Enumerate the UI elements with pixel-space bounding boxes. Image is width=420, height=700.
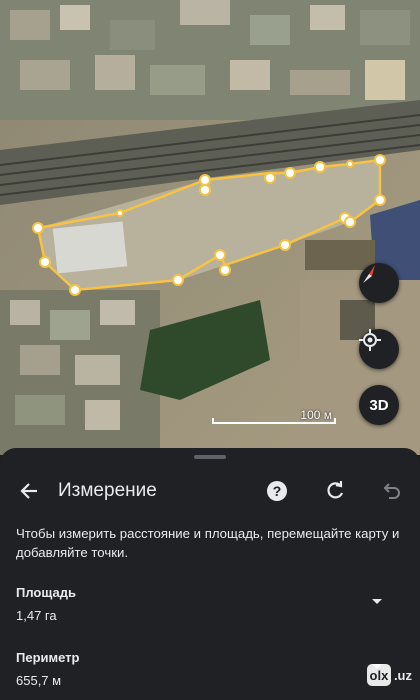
perimeter-value: 655,7 м (16, 673, 62, 688)
3d-button-label: 3D (369, 396, 389, 414)
area-row[interactable]: Площадь 1,47 га (16, 585, 406, 623)
help-icon: ? (267, 481, 287, 501)
redo-button[interactable] (320, 476, 350, 506)
undo-button[interactable] (376, 476, 406, 506)
my-location-button[interactable] (359, 329, 399, 369)
scale-bar (212, 418, 336, 424)
sheet-title: Измерение (58, 480, 157, 501)
help-button[interactable]: ? (262, 476, 292, 506)
svg-text:?: ? (273, 483, 282, 499)
satellite-map[interactable]: 3D 100 м (0, 0, 420, 455)
compass-button[interactable] (359, 263, 399, 303)
map-scale: 100 м (212, 408, 336, 426)
back-arrow-icon (20, 483, 37, 499)
crosshair-icon (359, 329, 381, 351)
redo-icon (327, 481, 344, 499)
area-value: 1,47 га (16, 608, 57, 623)
area-label: Площадь (16, 585, 76, 600)
3d-button[interactable]: 3D (359, 385, 399, 425)
perimeter-label: Периметр (16, 650, 80, 665)
olx-watermark: olx .uz (366, 664, 412, 686)
back-button[interactable] (14, 476, 44, 506)
undo-icon (383, 483, 400, 499)
olx-domain: .uz (393, 667, 412, 683)
sheet-toolbar: Измерение ? (0, 474, 420, 510)
compass-icon (363, 265, 375, 283)
perimeter-row[interactable]: Периметр 655,7 м (16, 650, 406, 688)
olx-logo: olx (366, 664, 391, 686)
measure-hint: Чтобы измерить расстояние и площадь, пер… (16, 526, 400, 560)
measure-sheet: Измерение ? Чтобы измерить расстояние и … (0, 448, 420, 700)
map-imagery (0, 0, 420, 455)
sheet-drag-handle[interactable] (194, 455, 226, 459)
area-chevron-down-icon[interactable] (372, 599, 382, 604)
